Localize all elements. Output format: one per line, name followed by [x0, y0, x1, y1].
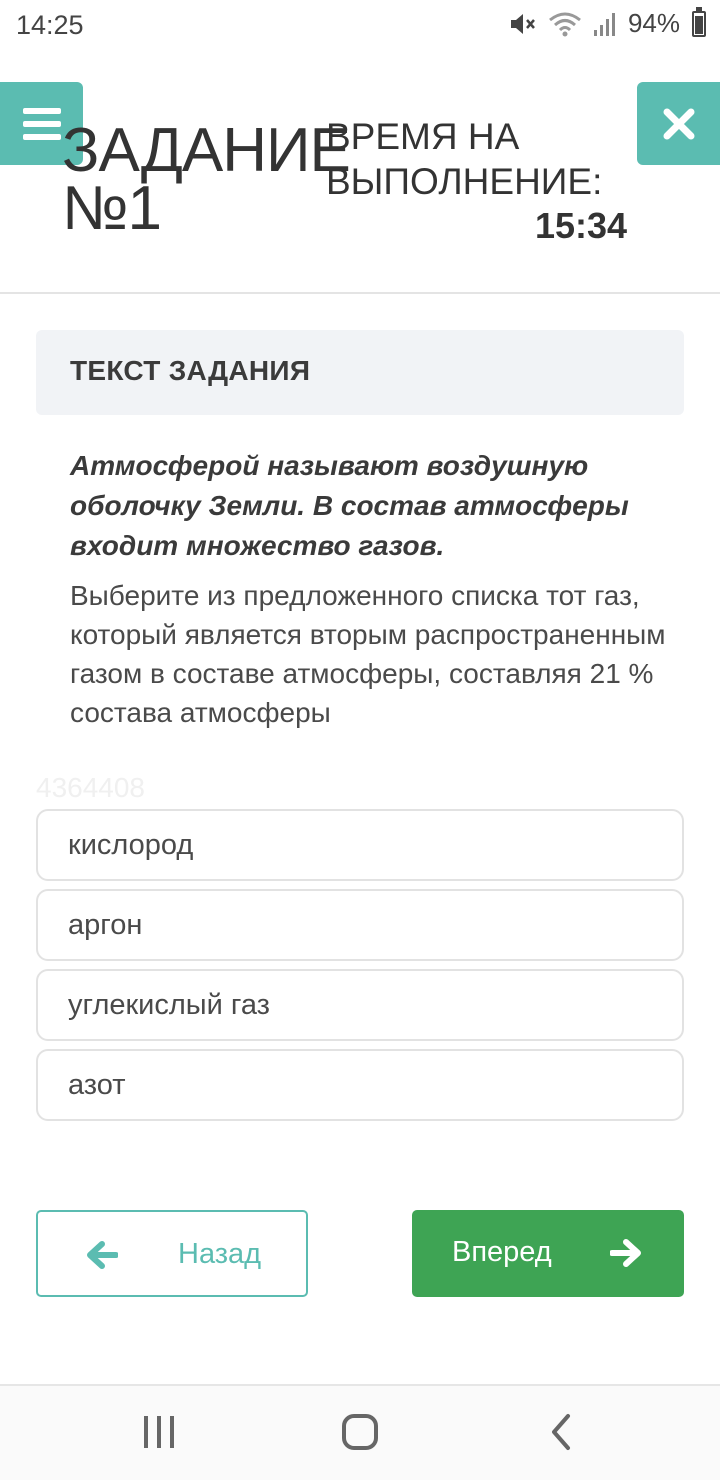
answer-option-label: аргон — [68, 909, 143, 941]
time-label: ВРЕМЯ НА ВЫПОЛНЕНИЕ: — [326, 116, 603, 202]
menu-icon-bar — [22, 133, 61, 140]
close-icon — [663, 108, 694, 139]
answer-option-nitrogen[interactable]: азот — [36, 1049, 684, 1121]
status-icons: 94% — [508, 6, 706, 39]
answer-option-label: углекислый газ — [68, 989, 270, 1021]
close-button[interactable] — [637, 82, 720, 165]
back-icon[interactable] — [546, 1412, 576, 1452]
answer-option-argon[interactable]: аргон — [36, 889, 684, 961]
answer-option-oxygen[interactable]: кислород — [36, 809, 684, 881]
battery-icon — [692, 6, 706, 37]
next-button[interactable]: Вперед — [412, 1210, 684, 1297]
task-question-text: Выберите из предложенного списка тот газ… — [70, 580, 666, 728]
time-value: 15:34 — [535, 205, 628, 246]
status-time: 14:25 — [16, 10, 84, 40]
arrow-right-icon — [610, 1239, 641, 1267]
arrow-left-icon — [87, 1241, 118, 1269]
wifi-icon — [549, 12, 581, 36]
home-icon[interactable] — [340, 1412, 380, 1452]
page-title: ЗАДАНИЕ №1 — [62, 116, 351, 243]
battery-percent: 94% — [627, 8, 680, 38]
watermark: 4364408 — [36, 772, 146, 803]
status-bar: 14:25 94% — [0, 0, 720, 52]
answer-option-carbon-dioxide[interactable]: углекислый газ — [36, 969, 684, 1041]
task-heading: ТЕКСТ ЗАДАНИЯ — [70, 355, 311, 386]
back-button[interactable]: Назад — [36, 1210, 308, 1297]
system-nav-bar — [0, 1386, 720, 1480]
header-divider — [0, 292, 720, 294]
menu-icon-bar — [22, 107, 61, 114]
mute-icon — [510, 13, 535, 34]
next-button-label: Вперед — [452, 1236, 552, 1268]
back-button-label: Назад — [178, 1238, 262, 1270]
task-heading-box: ТЕКСТ ЗАДАНИЯ — [36, 330, 684, 415]
menu-icon-bar — [22, 120, 61, 127]
recent-apps-icon[interactable] — [140, 1412, 178, 1452]
answer-option-label: кислород — [68, 829, 194, 861]
answer-option-label: азот — [68, 1069, 126, 1101]
task-intro-text: Атмосферой называют воздушную оболочку З… — [70, 450, 629, 561]
signal-icon — [593, 12, 615, 36]
